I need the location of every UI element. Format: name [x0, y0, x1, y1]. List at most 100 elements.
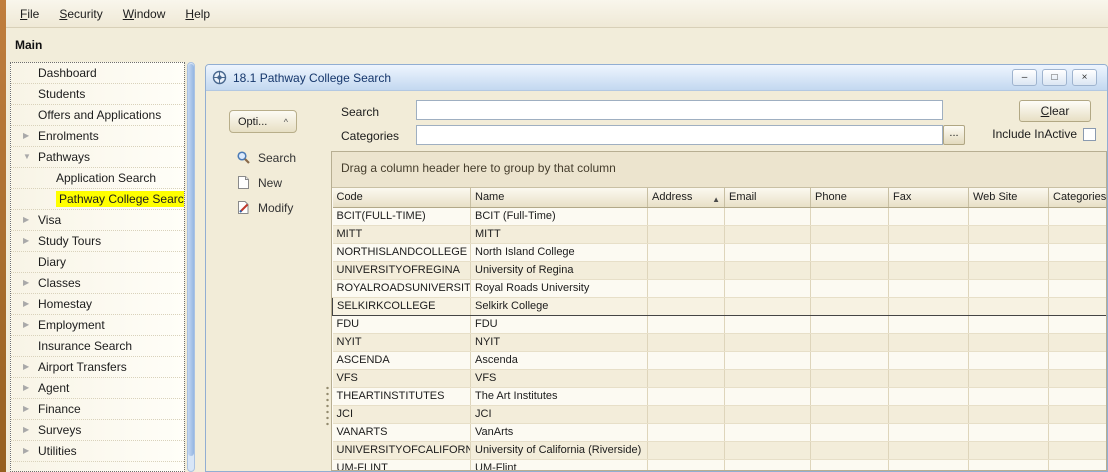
maximize-button[interactable]: □ — [1042, 69, 1067, 86]
table-cell: NORTHISLANDCOLLEGE — [333, 243, 471, 261]
sidebar-item-agent[interactable]: ▶ Agent — [11, 378, 184, 399]
table-row-nyit[interactable]: NYITNYIT — [333, 333, 1108, 351]
options-item-new[interactable]: New — [236, 170, 331, 195]
table-cell — [725, 423, 811, 441]
table-row-selkirkcollege[interactable]: SELKIRKCOLLEGESelkirk College — [333, 297, 1108, 315]
table-row-vfs[interactable]: VFSVFS — [333, 369, 1108, 387]
table-cell — [1049, 225, 1108, 243]
table-row-northislandcollege[interactable]: NORTHISLANDCOLLEGENorth Island College — [333, 243, 1108, 261]
table-cell — [648, 369, 725, 387]
table-row-fdu[interactable]: FDUFDU — [333, 315, 1108, 333]
sidebar-item-label: Insurance Search — [38, 339, 132, 353]
table-row-royalroadsuniversity[interactable]: ROYALROADSUNIVERSITYRoyal Roads Universi… — [333, 279, 1108, 297]
table-cell — [889, 387, 969, 405]
table-row-universityofcaliforn[interactable]: UNIVERSITYOFCALIFORNUniversity of Califo… — [333, 441, 1108, 459]
categories-label: Categories — [341, 129, 399, 143]
sidebar-item-students[interactable]: Students — [11, 84, 184, 105]
sidebar-scrollbar[interactable] — [187, 62, 195, 472]
table-cell — [889, 279, 969, 297]
sidebar-item-classes[interactable]: ▶ Classes — [11, 273, 184, 294]
table-row-um-flint[interactable]: UM-FLINTUM-Flint — [333, 459, 1108, 471]
table-cell: SELKIRKCOLLEGE — [333, 297, 471, 315]
sidebar-item-label: Enrolments — [38, 129, 99, 143]
grid-header-row: CodeNameAddress▲EmailPhoneFaxWeb SiteCat… — [333, 188, 1108, 207]
sidebar-item-finance[interactable]: ▶ Finance — [11, 399, 184, 420]
options-item-modify[interactable]: Modify — [236, 195, 331, 220]
table-row-universityofregina[interactable]: UNIVERSITYOFREGINAUniversity of Regina — [333, 261, 1108, 279]
column-header-phone[interactable]: Phone — [811, 188, 889, 207]
sidebar-item-enrolments[interactable]: ▶ Enrolments — [11, 126, 184, 147]
table-row-ascenda[interactable]: ASCENDAAscenda — [333, 351, 1108, 369]
sidebar-item-offers-and-applications[interactable]: Offers and Applications — [11, 105, 184, 126]
table-row-jci[interactable]: JCIJCI — [333, 405, 1108, 423]
table-cell: JCI — [471, 405, 648, 423]
table-cell — [1049, 351, 1108, 369]
table-row-mitt[interactable]: MITTMITT — [333, 225, 1108, 243]
column-header-fax[interactable]: Fax — [889, 188, 969, 207]
table-cell — [725, 459, 811, 471]
options-collapse-button[interactable]: Opti... ^ — [229, 110, 297, 133]
column-header-web-site[interactable]: Web Site — [969, 188, 1049, 207]
sidebar-item-label: Classes — [38, 276, 81, 290]
sidebar-item-label: Diary — [38, 255, 66, 269]
menu-item-help[interactable]: Help — [175, 2, 220, 26]
sidebar-item-surveys[interactable]: ▶ Surveys — [11, 420, 184, 441]
sidebar-item-visa[interactable]: ▶ Visa — [11, 210, 184, 231]
table-cell: UM-FLINT — [333, 459, 471, 471]
sidebar-item-airport-transfers[interactable]: ▶ Airport Transfers — [11, 357, 184, 378]
table-cell: MITT — [471, 225, 648, 243]
sidebar-item-homestay[interactable]: ▶ Homestay — [11, 294, 184, 315]
column-header-name[interactable]: Name — [471, 188, 648, 207]
menu-item-window[interactable]: Window — [113, 2, 176, 26]
scrollbar-thumb[interactable] — [188, 64, 194, 456]
table-cell — [811, 261, 889, 279]
search-label: Search — [341, 105, 379, 119]
table-row-bcit-full-time[interactable]: BCIT(FULL-TIME)BCIT (Full-Time) — [333, 207, 1108, 225]
menu-item-file[interactable]: File — [10, 2, 49, 26]
panel-splitter-grip[interactable] — [325, 385, 330, 427]
menu-item-security[interactable]: Security — [49, 2, 112, 26]
sidebar-item-pathway-college-search[interactable]: Pathway College Search — [11, 189, 184, 210]
sidebar-item-utilities[interactable]: ▶ Utilities — [11, 441, 184, 462]
sidebar-item-pathways[interactable]: ▼ Pathways — [11, 147, 184, 168]
column-header-email[interactable]: Email — [725, 188, 811, 207]
window-titlebar: 18.1 Pathway College Search – □ × — [206, 65, 1107, 91]
sidebar-item-study-tours[interactable]: ▶ Study Tours — [11, 231, 184, 252]
results-grid: Drag a column header here to group by th… — [331, 151, 1107, 471]
table-cell — [648, 441, 725, 459]
table-cell — [1049, 459, 1108, 471]
table-cell — [648, 387, 725, 405]
include-inactive-checkbox[interactable] — [1083, 128, 1096, 141]
table-row-theartinstitutes[interactable]: THEARTINSTITUTESThe Art Institutes — [333, 387, 1108, 405]
table-cell — [969, 261, 1049, 279]
search-input[interactable] — [416, 100, 943, 120]
group-by-dropzone[interactable]: Drag a column header here to group by th… — [332, 152, 1106, 188]
table-cell: ASCENDA — [333, 351, 471, 369]
options-item-label: New — [258, 176, 282, 190]
table-cell — [725, 207, 811, 225]
clear-button[interactable]: Clear — [1019, 100, 1091, 122]
table-cell: UM-Flint — [471, 459, 648, 471]
categories-browse-button[interactable]: ... — [943, 125, 965, 145]
sidebar-item-employment[interactable]: ▶ Employment — [11, 315, 184, 336]
column-header-code[interactable]: Code — [333, 188, 471, 207]
column-header-address[interactable]: Address▲ — [648, 188, 725, 207]
table-cell — [811, 441, 889, 459]
sidebar-item-label: Students — [38, 87, 85, 101]
close-button[interactable]: × — [1072, 69, 1097, 86]
table-cell — [889, 297, 969, 315]
sidebar-item-diary[interactable]: Diary — [11, 252, 184, 273]
table-cell — [725, 333, 811, 351]
sidebar-item-insurance-search[interactable]: Insurance Search — [11, 336, 184, 357]
options-item-search[interactable]: Search — [236, 145, 331, 170]
column-header-categories[interactable]: Categories — [1049, 188, 1108, 207]
sidebar-item-application-search[interactable]: Application Search — [11, 168, 184, 189]
table-cell — [811, 225, 889, 243]
table-row-vanarts[interactable]: VANARTSVanArts — [333, 423, 1108, 441]
categories-input[interactable] — [416, 125, 943, 145]
minimize-button[interactable]: – — [1012, 69, 1037, 86]
sidebar-item-dashboard[interactable]: Dashboard — [11, 63, 184, 84]
table-cell — [889, 405, 969, 423]
table-cell — [889, 243, 969, 261]
table-cell — [969, 423, 1049, 441]
